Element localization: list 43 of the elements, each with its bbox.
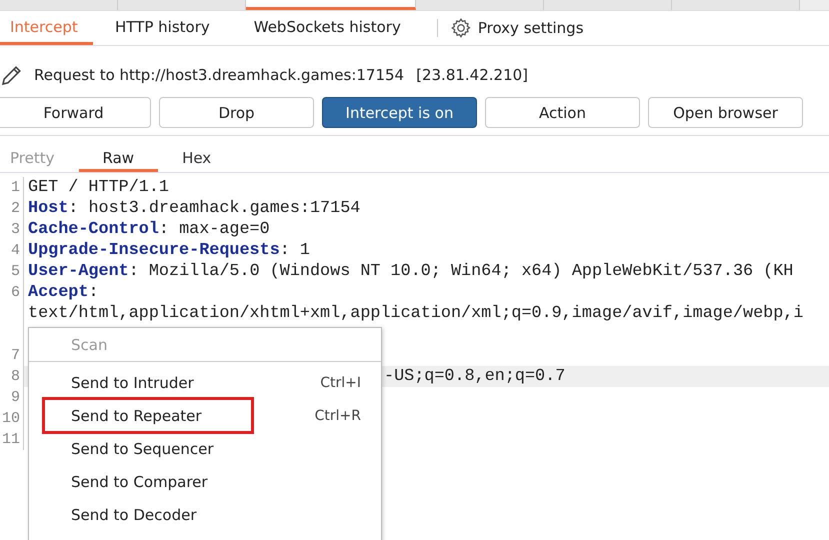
proxy-settings-link[interactable]: Proxy settings bbox=[478, 19, 584, 37]
header-name: User-Agent bbox=[28, 262, 129, 281]
line-number: 5 bbox=[10, 263, 20, 280]
line-number: 3 bbox=[10, 221, 20, 238]
action-button[interactable]: Intercept is on bbox=[322, 97, 477, 128]
line-number: 11 bbox=[2, 431, 20, 448]
line-number: 9 bbox=[10, 389, 20, 406]
line-number: 2 bbox=[10, 200, 20, 217]
menu-item[interactable]: Send to Repeater Ctrl+R bbox=[29, 397, 381, 434]
request-ip: [23.81.42.210] bbox=[416, 66, 528, 84]
code-text: : bbox=[88, 283, 99, 302]
action-button[interactable]: Open browser bbox=[648, 97, 803, 128]
header-name: Upgrade-Insecure-Requests bbox=[28, 241, 280, 260]
menu-item[interactable]: Send to Comparer bbox=[29, 467, 381, 496]
action-button[interactable]: Action bbox=[485, 97, 640, 128]
view-tab[interactable]: Hex bbox=[158, 146, 236, 172]
line-number: 1 bbox=[10, 179, 20, 196]
code-text: : Mozilla/5.0 (Windows NT 10.0; Win64; x64) AppleWebKit/537.36 (KH bbox=[128, 262, 794, 281]
menu-item[interactable]: Send to Decoder bbox=[29, 500, 381, 529]
action-button[interactable]: Forward bbox=[0, 97, 151, 128]
settings-icon[interactable] bbox=[450, 17, 472, 39]
code-text: : host3.dreamhack.games:17154 bbox=[68, 199, 360, 218]
header-name: Accept bbox=[28, 283, 88, 302]
header-name: Host bbox=[28, 199, 68, 218]
code-text: : max-age=0 bbox=[158, 220, 270, 239]
action-button[interactable]: Drop bbox=[159, 97, 314, 128]
view-tab[interactable]: Raw bbox=[78, 146, 158, 172]
proxy-tab[interactable]: HTTP history bbox=[103, 11, 222, 45]
line-number: 8 bbox=[10, 368, 20, 385]
menu-item[interactable]: Send to Sequencer bbox=[29, 434, 381, 463]
menu-item[interactable]: Send to Intruder Ctrl+I bbox=[29, 368, 381, 397]
request-url: Request to http://host3.dreamhack.games:17154 bbox=[34, 66, 404, 84]
code-text: text/html,application/xhtml+xml,application/xml;q=0.9,image/avif,image/webp,i bbox=[28, 304, 804, 323]
code-text: GET / HTTP/1.1 bbox=[28, 178, 169, 197]
proxy-tab[interactable]: WebSockets history bbox=[242, 11, 413, 45]
header-name: Cache-Control bbox=[28, 220, 159, 239]
line-number: 10 bbox=[2, 410, 20, 427]
line-number: 6 bbox=[10, 284, 20, 301]
code-text: : 1 bbox=[280, 241, 310, 260]
code-text: -US;q=0.8,en;q=0.7 bbox=[384, 367, 566, 386]
module-tab[interactable] bbox=[246, 0, 416, 10]
line-number: 7 bbox=[10, 347, 20, 364]
line-number: 4 bbox=[10, 242, 20, 259]
